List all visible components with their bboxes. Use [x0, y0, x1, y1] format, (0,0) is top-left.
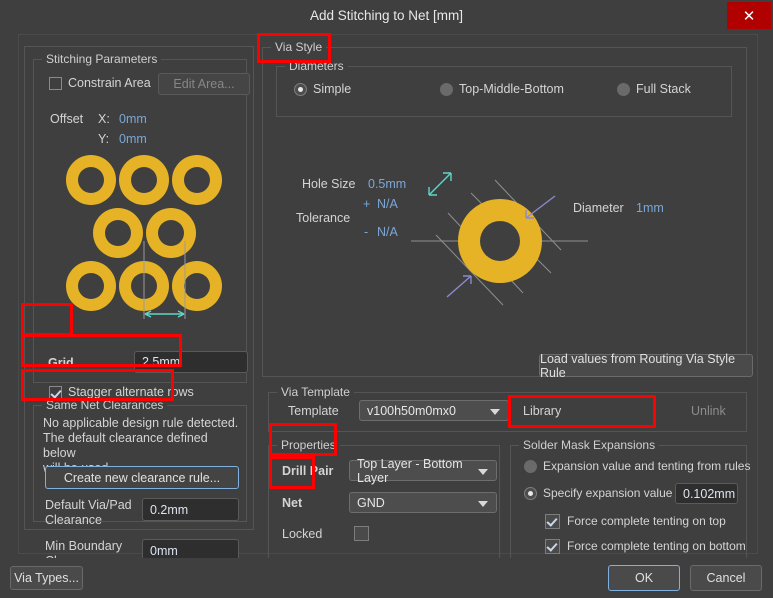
diameter-option-full-stack-radio[interactable]	[617, 83, 630, 96]
unlink-link[interactable]: Unlink	[691, 404, 726, 418]
locked-label: Locked	[282, 527, 323, 541]
dialog-client-area: Stitching Parameters Constrain Area Edit…	[18, 34, 758, 568]
net-combobox[interactable]: GND	[349, 492, 497, 513]
via-style-group: Via Style Diameters Simple Top-Middle-Bo…	[262, 40, 753, 380]
offset-y-value[interactable]: 0mm	[119, 132, 147, 146]
hole-size-label: Hole Size	[302, 177, 356, 191]
default-via-pad-clearance-label-1: Default Via/Pad	[45, 498, 132, 512]
default-via-pad-clearance-label-2: Clearance	[45, 513, 102, 527]
diameters-group: Diameters Simple Top-Middle-Bottom Full …	[276, 59, 732, 117]
via-template-group: Via Template Template v100h50m0mx0 Libra…	[268, 385, 747, 432]
offset-label: Offset	[50, 112, 84, 126]
hole-size-value[interactable]: 0.5mm	[368, 177, 406, 191]
grid-input[interactable]: 2.5mm	[134, 351, 248, 373]
constrain-area-checkbox[interactable]	[49, 77, 62, 90]
drill-pair-combobox[interactable]: Top Layer - Bottom Layer	[349, 457, 497, 485]
via-template-label: Via Template	[277, 385, 354, 399]
stitching-parameters-group: Stitching Parameters Constrain Area Edit…	[33, 52, 250, 399]
default-via-pad-clearance-value: 0.2mm	[150, 502, 189, 517]
clearance-message-line2: The default clearance defined below	[43, 431, 208, 460]
title-bar: Add Stitching to Net [mm] ✕	[0, 0, 773, 31]
diameter-value[interactable]: 1mm	[636, 201, 664, 215]
grid-value: 2.5mm	[142, 355, 181, 369]
via-diagram-graphic	[403, 153, 603, 313]
force-tenting-bottom-checkbox[interactable]	[545, 539, 560, 554]
create-new-clearance-rule-button[interactable]: Create new clearance rule...	[45, 466, 239, 489]
properties-label: Properties	[277, 438, 340, 452]
cancel-button[interactable]: Cancel	[690, 565, 762, 591]
clearance-message-line1: No applicable design rule detected.	[43, 416, 239, 430]
library-label: Library	[523, 404, 562, 418]
chevron-down-icon	[478, 468, 488, 475]
min-boundary-clearance-value: 0mm	[150, 543, 178, 558]
expansion-from-rules-radio[interactable]	[524, 460, 537, 473]
same-net-clearances-group: Same Net Clearances No applicable design…	[33, 398, 247, 568]
expansion-from-rules-label: Expansion value and tenting from rules	[543, 459, 751, 473]
stitching-parameters-label: Stitching Parameters	[42, 52, 162, 66]
stagger-alternate-rows-label: Stagger alternate rows	[68, 385, 194, 399]
diameter-label: Diameter	[573, 201, 624, 215]
specify-expansion-value-label: Specify expansion value	[543, 486, 673, 500]
via-style-label: Via Style	[271, 40, 327, 54]
net-label: Net	[282, 496, 303, 510]
default-via-pad-clearance-input[interactable]: 0.2mm	[142, 498, 239, 521]
template-field-label: Template	[288, 404, 339, 418]
drill-pair-label: Drill Pair	[282, 464, 334, 478]
window-title: Add Stitching to Net [mm]	[309, 8, 464, 23]
min-boundary-clearance-label-1: Min Boundary	[45, 539, 123, 553]
close-icon[interactable]: ✕	[727, 2, 771, 29]
diameters-label: Diameters	[285, 59, 348, 73]
footer-bar: Via Types... OK Cancel	[0, 558, 773, 598]
diameter-option-simple-label: Simple	[313, 82, 352, 96]
expansion-value-input[interactable]: 0.102mm	[675, 483, 738, 504]
via-types-button[interactable]: Via Types...	[10, 566, 83, 590]
locked-checkbox[interactable]	[354, 526, 369, 541]
specify-expansion-value-radio[interactable]	[524, 487, 537, 500]
constrain-area-label: Constrain Area	[68, 76, 151, 90]
dialog-body: Stitching Parameters Constrain Area Edit…	[0, 31, 773, 568]
offset-y-label: Y:	[98, 132, 110, 146]
force-tenting-top-label: Force complete tenting on top	[567, 514, 726, 528]
chevron-down-icon	[490, 408, 500, 415]
load-values-from-routing-via-style-rule-button[interactable]: Load values from Routing Via Style Rule	[539, 352, 753, 380]
diameter-option-simple-radio[interactable]	[294, 83, 307, 96]
chevron-down-icon	[478, 500, 488, 507]
tolerance-minus-sign: -	[364, 225, 369, 239]
template-combobox-value: v100h50m0mx0	[367, 403, 456, 418]
expansion-value: 0.102mm	[683, 486, 736, 501]
offset-x-value[interactable]: 0mm	[119, 112, 147, 126]
tolerance-label: Tolerance	[296, 211, 351, 225]
grid-label: Grid	[48, 356, 74, 370]
force-tenting-top-checkbox[interactable]	[545, 514, 560, 529]
ok-button[interactable]: OK	[608, 565, 680, 591]
dialog-window: Add Stitching to Net [mm] ✕ Stitching Pa…	[0, 0, 773, 598]
template-combobox[interactable]: v100h50m0mx0	[359, 400, 509, 421]
diameter-option-top-middle-bottom-label: Top-Middle-Bottom	[459, 82, 564, 96]
solder-mask-expansions-label: Solder Mask Expansions	[519, 438, 660, 452]
solder-mask-expansions-group: Solder Mask Expansions Expansion value a…	[510, 438, 751, 563]
tolerance-plus-value[interactable]: N/A	[377, 197, 398, 211]
net-value: GND	[357, 495, 385, 510]
drill-pair-value: Top Layer - Bottom Layer	[357, 456, 463, 485]
stagger-preview-graphic	[64, 153, 224, 323]
same-net-clearances-label: Same Net Clearances	[42, 398, 168, 412]
properties-group: Properties Drill Pair Top Layer - Bottom…	[268, 438, 500, 563]
offset-x-label: X:	[98, 112, 110, 126]
diameter-option-full-stack-label: Full Stack	[636, 82, 691, 96]
diameter-option-top-middle-bottom-radio[interactable]	[440, 83, 453, 96]
edit-area-button[interactable]: Edit Area...	[158, 73, 250, 95]
tolerance-minus-value[interactable]: N/A	[377, 225, 398, 239]
force-tenting-bottom-label: Force complete tenting on bottom	[567, 539, 746, 553]
left-panel: Stitching Parameters Constrain Area Edit…	[24, 46, 254, 568]
tolerance-plus-sign: +	[363, 197, 371, 211]
